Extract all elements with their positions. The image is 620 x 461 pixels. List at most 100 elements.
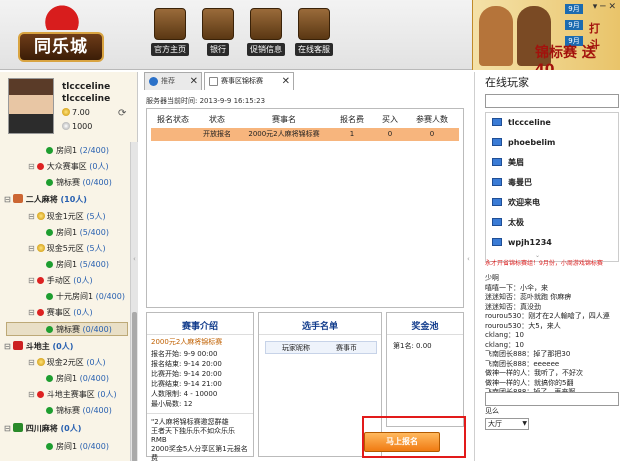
column-header[interactable]: 赛事名 xyxy=(239,113,329,126)
tree-zone[interactable]: ⊟ 现金1元区 (5人) xyxy=(28,210,106,224)
chat-message: 迷迷知否：蕊卟就跑 你麻痹 xyxy=(485,293,572,301)
zone-icon xyxy=(36,391,44,398)
chat-message: rourou530：大5，来人 xyxy=(485,321,561,330)
tab-recommend[interactable]: 推荐 ✕ xyxy=(144,72,202,90)
tree-label: 手动区 xyxy=(46,276,71,285)
collapse-icon[interactable]: ⊟ xyxy=(28,244,35,253)
splitter-handle[interactable]: ‹ xyxy=(133,255,136,263)
tree-count: (0人) xyxy=(73,308,93,317)
refresh-icon[interactable]: ⟳ xyxy=(118,108,126,119)
close-icon[interactable]: ✕ xyxy=(190,73,198,90)
tree-room[interactable]: 锦标赛 (0/400) xyxy=(46,176,112,190)
tree-count: (5/400) xyxy=(79,260,109,269)
chevron-down-icon: ▼ xyxy=(522,420,527,427)
tree-zone[interactable]: ⊟ 斗地主赛事区 (0人) xyxy=(28,388,117,402)
collapse-icon[interactable]: ⊟ xyxy=(28,308,35,317)
tree-count: (0/400) xyxy=(82,178,112,187)
nav-promo-label: 促销信息 xyxy=(247,43,285,56)
online-search-input[interactable] xyxy=(485,94,619,108)
tree-zone[interactable]: ⊟ 现金5元区 (5人) xyxy=(28,242,106,256)
column-header[interactable]: 买入 xyxy=(375,113,405,126)
column-header[interactable]: 状态 xyxy=(195,113,239,126)
list-item[interactable]: 毒曼巴 xyxy=(492,177,532,189)
nav-promo-button[interactable]: 促销信息 xyxy=(246,8,286,58)
banner-text: 打 xyxy=(589,22,600,35)
computer-icon xyxy=(492,198,502,206)
tree-count: (0/400) xyxy=(79,374,109,383)
computer-icon xyxy=(492,178,502,186)
tree-room[interactable]: 锦标赛 (0/400) xyxy=(46,404,112,418)
list-item[interactable]: tlccceline xyxy=(492,117,551,129)
tab-tournament[interactable]: 赛事区锦标赛 ✕ xyxy=(204,72,294,90)
nav-bank-button[interactable]: 银行 xyxy=(198,8,238,58)
collapse-icon[interactable]: ⊟ xyxy=(4,424,11,433)
table-cell: 1 xyxy=(349,130,355,138)
collapse-icon[interactable]: ⊟ xyxy=(28,212,35,221)
support-icon xyxy=(298,8,330,40)
chat-channel-select[interactable]: 大厅 ▼ xyxy=(485,418,529,430)
list-item[interactable]: 欢迎来电 xyxy=(492,197,540,209)
tree-room[interactable]: 房间1 (0/400) xyxy=(46,372,109,386)
signup-button[interactable]: 马上报名 xyxy=(364,432,440,452)
banner-title: 锦标赛 送 40 xyxy=(535,45,596,70)
tree-room[interactable]: 房间1 (0/400) xyxy=(46,440,109,454)
table-row[interactable]: 开放报名 2000元2人麻将锦标赛 1 0 0 xyxy=(151,128,459,141)
list-item[interactable]: 太极 xyxy=(492,217,524,229)
collapse-icon[interactable]: ⊟ xyxy=(28,162,35,171)
table-cell: 2000元2人麻将锦标赛 xyxy=(248,130,320,138)
match-table-header: 报名状态 状态 赛事名 报名费 买入 参赛人数 xyxy=(151,113,459,127)
avatar[interactable] xyxy=(8,78,54,134)
tree-scrollbar[interactable] xyxy=(130,142,138,461)
tree-game[interactable]: ⊟ 四川麻将 (0人) xyxy=(4,422,81,436)
intro-subtitle: 2000元2人麻将锦标赛 xyxy=(151,338,223,346)
tree-game[interactable]: ⊟ 斗地主 (0人) xyxy=(4,340,73,354)
collapse-icon[interactable]: ⊟ xyxy=(28,276,35,285)
nav-support-button[interactable]: 在线客服 xyxy=(294,8,334,58)
room-status-icon xyxy=(46,147,53,154)
nav-support-label: 在线客服 xyxy=(295,43,333,56)
tree-count: (0人) xyxy=(89,162,109,171)
zone-icon xyxy=(36,163,44,170)
tree-room[interactable]: 房间1 (5/400) xyxy=(46,258,109,272)
window-controls[interactable]: ▾ ─ ✕ xyxy=(593,2,616,12)
user-name: 毒曼巴 xyxy=(508,178,532,187)
nav-home-button[interactable]: 官方主页 xyxy=(150,8,190,58)
list-item[interactable]: wpjh1234 xyxy=(492,237,552,249)
collapse-icon[interactable]: ⊟ xyxy=(28,358,35,367)
tree-game[interactable]: ⊟ 二人麻将 (10人) xyxy=(4,193,87,207)
tree-room[interactable]: 十元房间1 (0/400) xyxy=(46,290,125,304)
tree-zone[interactable]: ⊟ 大众赛事区 (0人) xyxy=(28,160,109,174)
tree-zone[interactable]: ⊟ 手动区 (0人) xyxy=(28,274,93,288)
column-header: 赛事币 xyxy=(336,344,357,352)
banner-player-figure xyxy=(479,6,513,66)
tree-zone[interactable]: ⊟ 现金2元区 (0人) xyxy=(28,356,106,370)
tree-room-selected[interactable]: 锦标赛 (0/400) xyxy=(6,322,128,336)
column-header[interactable]: 报名状态 xyxy=(151,113,195,126)
landlord-icon xyxy=(12,341,23,350)
silver-amount: 1000 xyxy=(72,122,93,131)
tree-room[interactable]: 房间1 (2/400) xyxy=(46,144,109,158)
tree-label: 现金1元区 xyxy=(46,212,84,221)
scrollbar-thumb[interactable] xyxy=(132,312,137,461)
tree-zone[interactable]: ⊟ 赛事区 (0人) xyxy=(28,306,93,320)
list-item[interactable]: phoebelim xyxy=(492,137,555,149)
chat-input[interactable] xyxy=(485,392,619,406)
announcement-ticker[interactable]: 永才开省锦标赛组！9月份，小周游戏锦标赛 xyxy=(485,258,619,267)
list-item[interactable]: 美眉 xyxy=(492,157,524,169)
collapse-icon[interactable]: ⊟ xyxy=(4,342,11,351)
collapse-icon[interactable]: ⊟ xyxy=(28,390,35,399)
column-header: 玩家昵称 xyxy=(282,344,310,352)
collapse-icon[interactable]: ⊟ xyxy=(4,195,11,204)
close-icon[interactable]: ✕ xyxy=(282,73,290,90)
bank-icon xyxy=(202,8,234,40)
column-header[interactable]: 报名费 xyxy=(329,113,375,126)
column-header[interactable]: 参赛人数 xyxy=(405,113,459,126)
chat-message: 少啊 xyxy=(485,274,499,282)
app-logo[interactable]: 同乐城 xyxy=(14,4,110,64)
tree-label: 房间1 xyxy=(56,260,78,269)
splitter-handle[interactable]: ‹ xyxy=(467,255,470,263)
chat-message: 飞南团长888：eeeeee xyxy=(485,359,560,368)
tree-label: 斗地主 xyxy=(25,342,50,351)
logo-text: 同乐城 xyxy=(18,32,104,62)
tree-room[interactable]: 房间1 (5/400) xyxy=(46,226,109,240)
